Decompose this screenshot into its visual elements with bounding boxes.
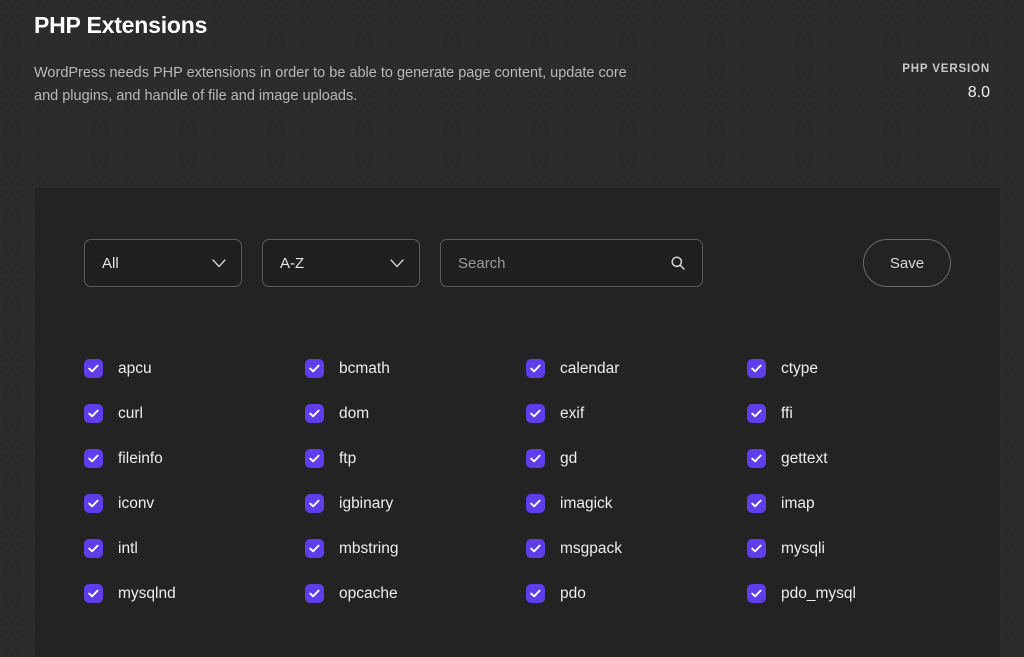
extension-label: gettext: [781, 450, 828, 468]
checkbox-checked-icon[interactable]: [84, 494, 103, 513]
checkbox-checked-icon[interactable]: [305, 359, 324, 378]
extension-item[interactable]: igbinary: [305, 481, 526, 526]
extension-item[interactable]: ftp: [305, 436, 526, 481]
extensions-toolbar: All A-Z Search: [35, 188, 1000, 287]
checkbox-checked-icon[interactable]: [84, 449, 103, 468]
page-title: PHP Extensions: [34, 12, 654, 40]
extension-item[interactable]: pdo: [526, 571, 747, 616]
search-icon[interactable]: [670, 255, 686, 271]
checkbox-checked-icon[interactable]: [526, 404, 545, 423]
checkbox-checked-icon[interactable]: [84, 584, 103, 603]
extension-label: ftp: [339, 450, 356, 468]
extension-item[interactable]: bcmath: [305, 346, 526, 391]
checkbox-checked-icon[interactable]: [84, 404, 103, 423]
checkbox-checked-icon[interactable]: [747, 539, 766, 558]
extension-label: mysqlnd: [118, 585, 176, 603]
search-input[interactable]: Search: [440, 239, 703, 287]
extension-label: ctype: [781, 360, 818, 378]
php-version-value: 8.0: [850, 84, 990, 102]
extension-item[interactable]: ctype: [747, 346, 968, 391]
page-description: WordPress needs PHP extensions in order …: [34, 62, 654, 109]
extension-label: opcache: [339, 585, 398, 603]
extension-label: mysqli: [781, 540, 825, 558]
extensions-grid: apcu bcmath calendar ctype curl dom exif ffi fil…: [35, 346, 1000, 616]
checkbox-checked-icon[interactable]: [305, 494, 324, 513]
page-header: PHP Extensions WordPress needs PHP exten…: [0, 0, 1024, 109]
checkbox-checked-icon[interactable]: [747, 404, 766, 423]
extension-label: pdo: [560, 585, 586, 603]
filter-select[interactable]: All: [84, 239, 242, 287]
search-placeholder: Search: [458, 255, 506, 272]
extension-label: ffi: [781, 405, 793, 423]
extension-label: imagick: [560, 495, 613, 513]
extension-item[interactable]: mbstring: [305, 526, 526, 571]
extensions-panel: All A-Z Search: [35, 188, 1000, 657]
extension-item[interactable]: apcu: [84, 346, 305, 391]
extension-item[interactable]: gd: [526, 436, 747, 481]
extension-label: msgpack: [560, 540, 622, 558]
chevron-down-icon: [212, 259, 226, 268]
extension-label: bcmath: [339, 360, 390, 378]
extension-item[interactable]: pdo_mysql: [747, 571, 968, 616]
extension-label: imap: [781, 495, 815, 513]
extension-item[interactable]: imap: [747, 481, 968, 526]
extension-label: mbstring: [339, 540, 398, 558]
filter-select-value: All: [102, 255, 119, 272]
extension-item[interactable]: mysqlnd: [84, 571, 305, 616]
extension-label: iconv: [118, 495, 154, 513]
checkbox-checked-icon[interactable]: [305, 404, 324, 423]
extension-item[interactable]: exif: [526, 391, 747, 436]
extension-item[interactable]: dom: [305, 391, 526, 436]
extension-label: fileinfo: [118, 450, 163, 468]
extension-item[interactable]: iconv: [84, 481, 305, 526]
extension-item[interactable]: opcache: [305, 571, 526, 616]
sort-select[interactable]: A-Z: [262, 239, 420, 287]
extension-label: dom: [339, 405, 369, 423]
checkbox-checked-icon[interactable]: [526, 584, 545, 603]
checkbox-checked-icon[interactable]: [526, 359, 545, 378]
checkbox-checked-icon[interactable]: [526, 494, 545, 513]
checkbox-checked-icon[interactable]: [84, 539, 103, 558]
checkbox-checked-icon[interactable]: [526, 539, 545, 558]
extension-label: calendar: [560, 360, 619, 378]
save-button[interactable]: Save: [863, 239, 951, 287]
extension-item[interactable]: intl: [84, 526, 305, 571]
checkbox-checked-icon[interactable]: [84, 359, 103, 378]
extension-item[interactable]: mysqli: [747, 526, 968, 571]
extension-item[interactable]: calendar: [526, 346, 747, 391]
extension-item[interactable]: ffi: [747, 391, 968, 436]
checkbox-checked-icon[interactable]: [305, 584, 324, 603]
extension-item[interactable]: gettext: [747, 436, 968, 481]
checkbox-checked-icon[interactable]: [747, 359, 766, 378]
extension-label: igbinary: [339, 495, 393, 513]
php-version-block: PHP VERSION 8.0: [850, 12, 990, 102]
extension-label: curl: [118, 405, 143, 423]
checkbox-checked-icon[interactable]: [747, 449, 766, 468]
header-text-block: PHP Extensions WordPress needs PHP exten…: [34, 12, 654, 109]
checkbox-checked-icon[interactable]: [305, 449, 324, 468]
extension-label: exif: [560, 405, 584, 423]
php-version-label: PHP VERSION: [850, 63, 990, 75]
extension-item[interactable]: imagick: [526, 481, 747, 526]
extension-label: intl: [118, 540, 138, 558]
checkbox-checked-icon[interactable]: [747, 494, 766, 513]
chevron-down-icon: [390, 259, 404, 268]
extension-item[interactable]: curl: [84, 391, 305, 436]
extension-item[interactable]: msgpack: [526, 526, 747, 571]
sort-select-value: A-Z: [280, 255, 304, 272]
checkbox-checked-icon[interactable]: [747, 584, 766, 603]
extension-label: gd: [560, 450, 577, 468]
checkbox-checked-icon[interactable]: [526, 449, 545, 468]
extension-item[interactable]: fileinfo: [84, 436, 305, 481]
checkbox-checked-icon[interactable]: [305, 539, 324, 558]
extension-label: pdo_mysql: [781, 585, 856, 603]
header-row: PHP Extensions WordPress needs PHP exten…: [34, 12, 990, 109]
extension-label: apcu: [118, 360, 152, 378]
